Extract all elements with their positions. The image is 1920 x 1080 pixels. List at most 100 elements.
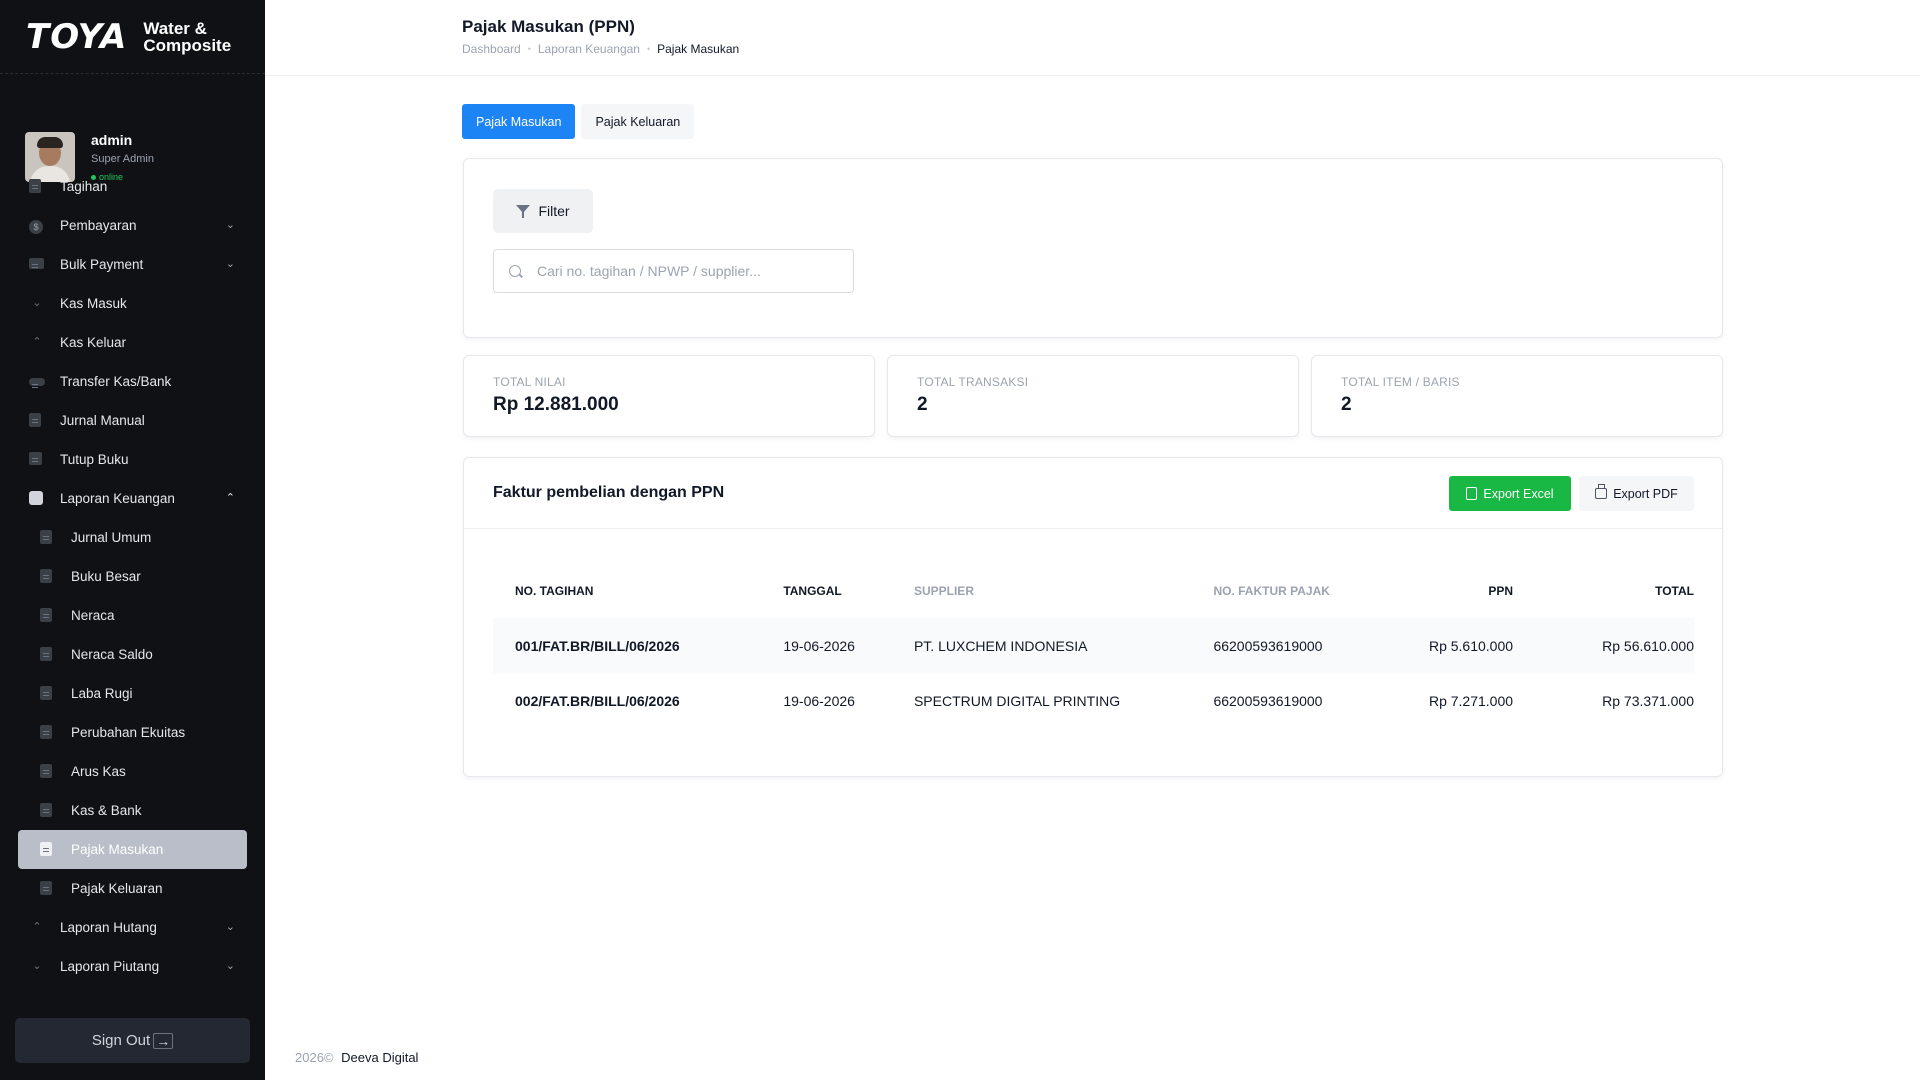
sidebar-item-label: Tutup Buku (60, 452, 129, 467)
chevron-down-icon: ⌄ (225, 960, 235, 972)
brand-name: TOYA (26, 16, 128, 57)
document-icon (40, 529, 56, 546)
stat-card-total-item: TOTAL ITEM / BARIS 2 (1311, 355, 1723, 437)
sidebar-item-perubahan-ekuitas[interactable]: Perubahan Ekuitas (0, 713, 265, 752)
breadcrumb-laporan-keuangan[interactable]: Laporan Keuangan (538, 42, 640, 56)
export-pdf-label: Export PDF (1613, 486, 1678, 501)
document-icon (40, 568, 56, 585)
cell-total: Rp 73.371.000 (1602, 692, 1694, 709)
breadcrumb-dashboard[interactable]: Dashboard (462, 42, 521, 56)
sidebar-item-label: Pembayaran (60, 218, 137, 233)
column-header-total[interactable]: TOTAL (1513, 563, 1694, 618)
sidebar-item-neraca[interactable]: Neraca (0, 596, 265, 635)
document-icon (40, 763, 56, 780)
stat-label: TOTAL NILAI (493, 375, 566, 389)
sidebar-item-laporan-piutang[interactable]: ⌄ Laporan Piutang ⌄ (0, 947, 265, 986)
search-box (493, 249, 854, 293)
tab-pajak-keluaran[interactable]: Pajak Keluaran (581, 104, 695, 139)
sidebar-item-laporan-keuangan[interactable]: Laporan Keuangan ⌃ (0, 479, 265, 518)
search-input[interactable] (537, 263, 837, 279)
sidebar-item-label: Arus Kas (71, 764, 126, 779)
breadcrumb-separator: • (527, 44, 531, 54)
footer-year: 2026© (295, 1050, 334, 1065)
tab-pajak-masukan[interactable]: Pajak Masukan (462, 104, 576, 139)
sidebar-item-kas-keluar[interactable]: ⌃ Kas Keluar (0, 323, 265, 362)
footer-company-link[interactable]: Deeva Digital (341, 1050, 418, 1065)
column-header-ppn[interactable]: PPN (1382, 563, 1513, 618)
column-header-supplier[interactable]: SUPPLIER (892, 563, 1191, 618)
sidebar-item-label: Bulk Payment (60, 257, 144, 272)
user-role: Super Admin (91, 152, 154, 165)
invoice-table: NO. TAGIHAN TANGGAL SUPPLIER NO. FAKTUR … (493, 563, 1694, 728)
document-icon (40, 724, 56, 741)
brand-subtitle: Water & Composite (143, 20, 231, 54)
sidebar-item-laba-rugi[interactable]: Laba Rugi (0, 674, 265, 713)
calendar-icon (29, 451, 45, 468)
column-header-no-tagihan[interactable]: NO. TAGIHAN (493, 563, 761, 618)
sign-out-icon: → (153, 1032, 174, 1049)
brand-logo[interactable]: TOYA Water & Composite (0, 0, 265, 74)
document-icon (40, 880, 56, 897)
sidebar-item-jurnal-umum[interactable]: Jurnal Umum (0, 518, 265, 557)
excel-file-icon (1466, 487, 1478, 500)
sidebar-item-pajak-masukan[interactable]: Pajak Masukan (18, 830, 247, 869)
sidebar-item-label: Laba Rugi (71, 686, 133, 701)
sidebar-item-transfer-kas-bank[interactable]: Transfer Kas/Bank (0, 362, 265, 401)
cell-no-faktur: 66200593619000 (1213, 692, 1323, 709)
breadcrumb: Dashboard • Laporan Keuangan • Pajak Mas… (462, 42, 739, 56)
sidebar-item-bulk-payment[interactable]: Bulk Payment ⌄ (0, 245, 265, 284)
export-excel-button[interactable]: Export Excel (1449, 476, 1571, 511)
arrow-up-icon: ⌃ (32, 335, 42, 348)
table-row[interactable]: 002/FAT.BR/BILL/06/2026 19-06-2026 SPECT… (493, 673, 1694, 728)
sidebar-item-pembayaran[interactable]: $ Pembayaran ⌄ (0, 206, 265, 245)
sidebar-item-arus-kas[interactable]: Arus Kas (0, 752, 265, 791)
stat-value: 2 (917, 394, 928, 415)
stat-value: Rp 12.881.000 (493, 394, 619, 415)
sidebar-item-tagihan[interactable]: Tagihan (0, 167, 265, 206)
sidebar-item-label: Neraca (71, 608, 115, 623)
table-card-header: Faktur pembelian dengan PPN Export Excel… (464, 458, 1722, 529)
stat-card-total-nilai: TOTAL NILAI Rp 12.881.000 (463, 355, 875, 437)
arrow-down-icon: ⌄ (32, 296, 42, 309)
sidebar-item-buku-besar[interactable]: Buku Besar (0, 557, 265, 596)
sidebar-item-label: Transfer Kas/Bank (60, 374, 172, 389)
document-icon (29, 178, 45, 195)
cell-total: Rp 56.610.000 (1513, 618, 1694, 673)
export-pdf-button[interactable]: Export PDF (1579, 476, 1694, 511)
sidebar-item-pajak-keluaran[interactable]: Pajak Keluaran (0, 869, 265, 908)
search-icon (509, 265, 521, 277)
cell-ppn: Rp 5.610.000 (1382, 618, 1514, 673)
filter-label: Filter (538, 203, 570, 219)
footer: 2026© Deeva Digital (295, 1050, 418, 1065)
sidebar-item-neraca-saldo[interactable]: Neraca Saldo (0, 635, 265, 674)
sidebar-item-tutup-buku[interactable]: Tutup Buku (0, 440, 265, 479)
sidebar-item-label: Neraca Saldo (71, 647, 153, 662)
sidebar-item-laporan-hutang[interactable]: ⌃ Laporan Hutang ⌄ (0, 908, 265, 947)
stat-card-total-transaksi: TOTAL TRANSAKSI 2 (887, 355, 1299, 437)
sidebar-item-label: Perubahan Ekuitas (71, 725, 186, 740)
sidebar-item-label: Pajak Masukan (71, 842, 164, 857)
chevron-up-icon: ⌃ (225, 492, 235, 504)
sidebar-item-label: Kas & Bank (71, 803, 142, 818)
filter-button[interactable]: Filter (493, 189, 593, 233)
sidebar-item-kas-bank[interactable]: Kas & Bank (0, 791, 265, 830)
sidebar-item-jurnal-manual[interactable]: Jurnal Manual (0, 401, 265, 440)
toggle-icon (29, 374, 45, 390)
table-row[interactable]: 001/FAT.BR/BILL/06/2026 19-06-2026 PT. L… (493, 618, 1694, 673)
page-header: Pajak Masukan (PPN) Dashboard • Laporan … (265, 0, 1920, 76)
stat-value: 2 (1341, 394, 1352, 415)
sign-out-button[interactable]: Sign Out → (15, 1018, 250, 1063)
brand-sub-line2: Composite (143, 35, 232, 55)
sidebar-item-label: Laporan Piutang (60, 959, 160, 974)
column-header-no-faktur-pajak[interactable]: NO. FAKTUR PAJAK (1191, 563, 1382, 618)
sign-out-label: Sign Out (91, 1032, 151, 1049)
chevron-down-icon: ⌄ (225, 921, 235, 933)
cell-supplier: SPECTRUM DIGITAL PRINTING (913, 692, 1121, 709)
document-icon (40, 646, 56, 663)
chevron-down-icon: ⌄ (225, 219, 235, 231)
stat-label: TOTAL ITEM / BARIS (1341, 375, 1460, 389)
table-header-row: NO. TAGIHAN TANGGAL SUPPLIER NO. FAKTUR … (493, 563, 1694, 618)
sidebar-item-label: Buku Besar (71, 569, 141, 584)
sidebar-item-kas-masuk[interactable]: ⌄ Kas Masuk (0, 284, 265, 323)
column-header-tanggal[interactable]: TANGGAL (761, 563, 892, 618)
